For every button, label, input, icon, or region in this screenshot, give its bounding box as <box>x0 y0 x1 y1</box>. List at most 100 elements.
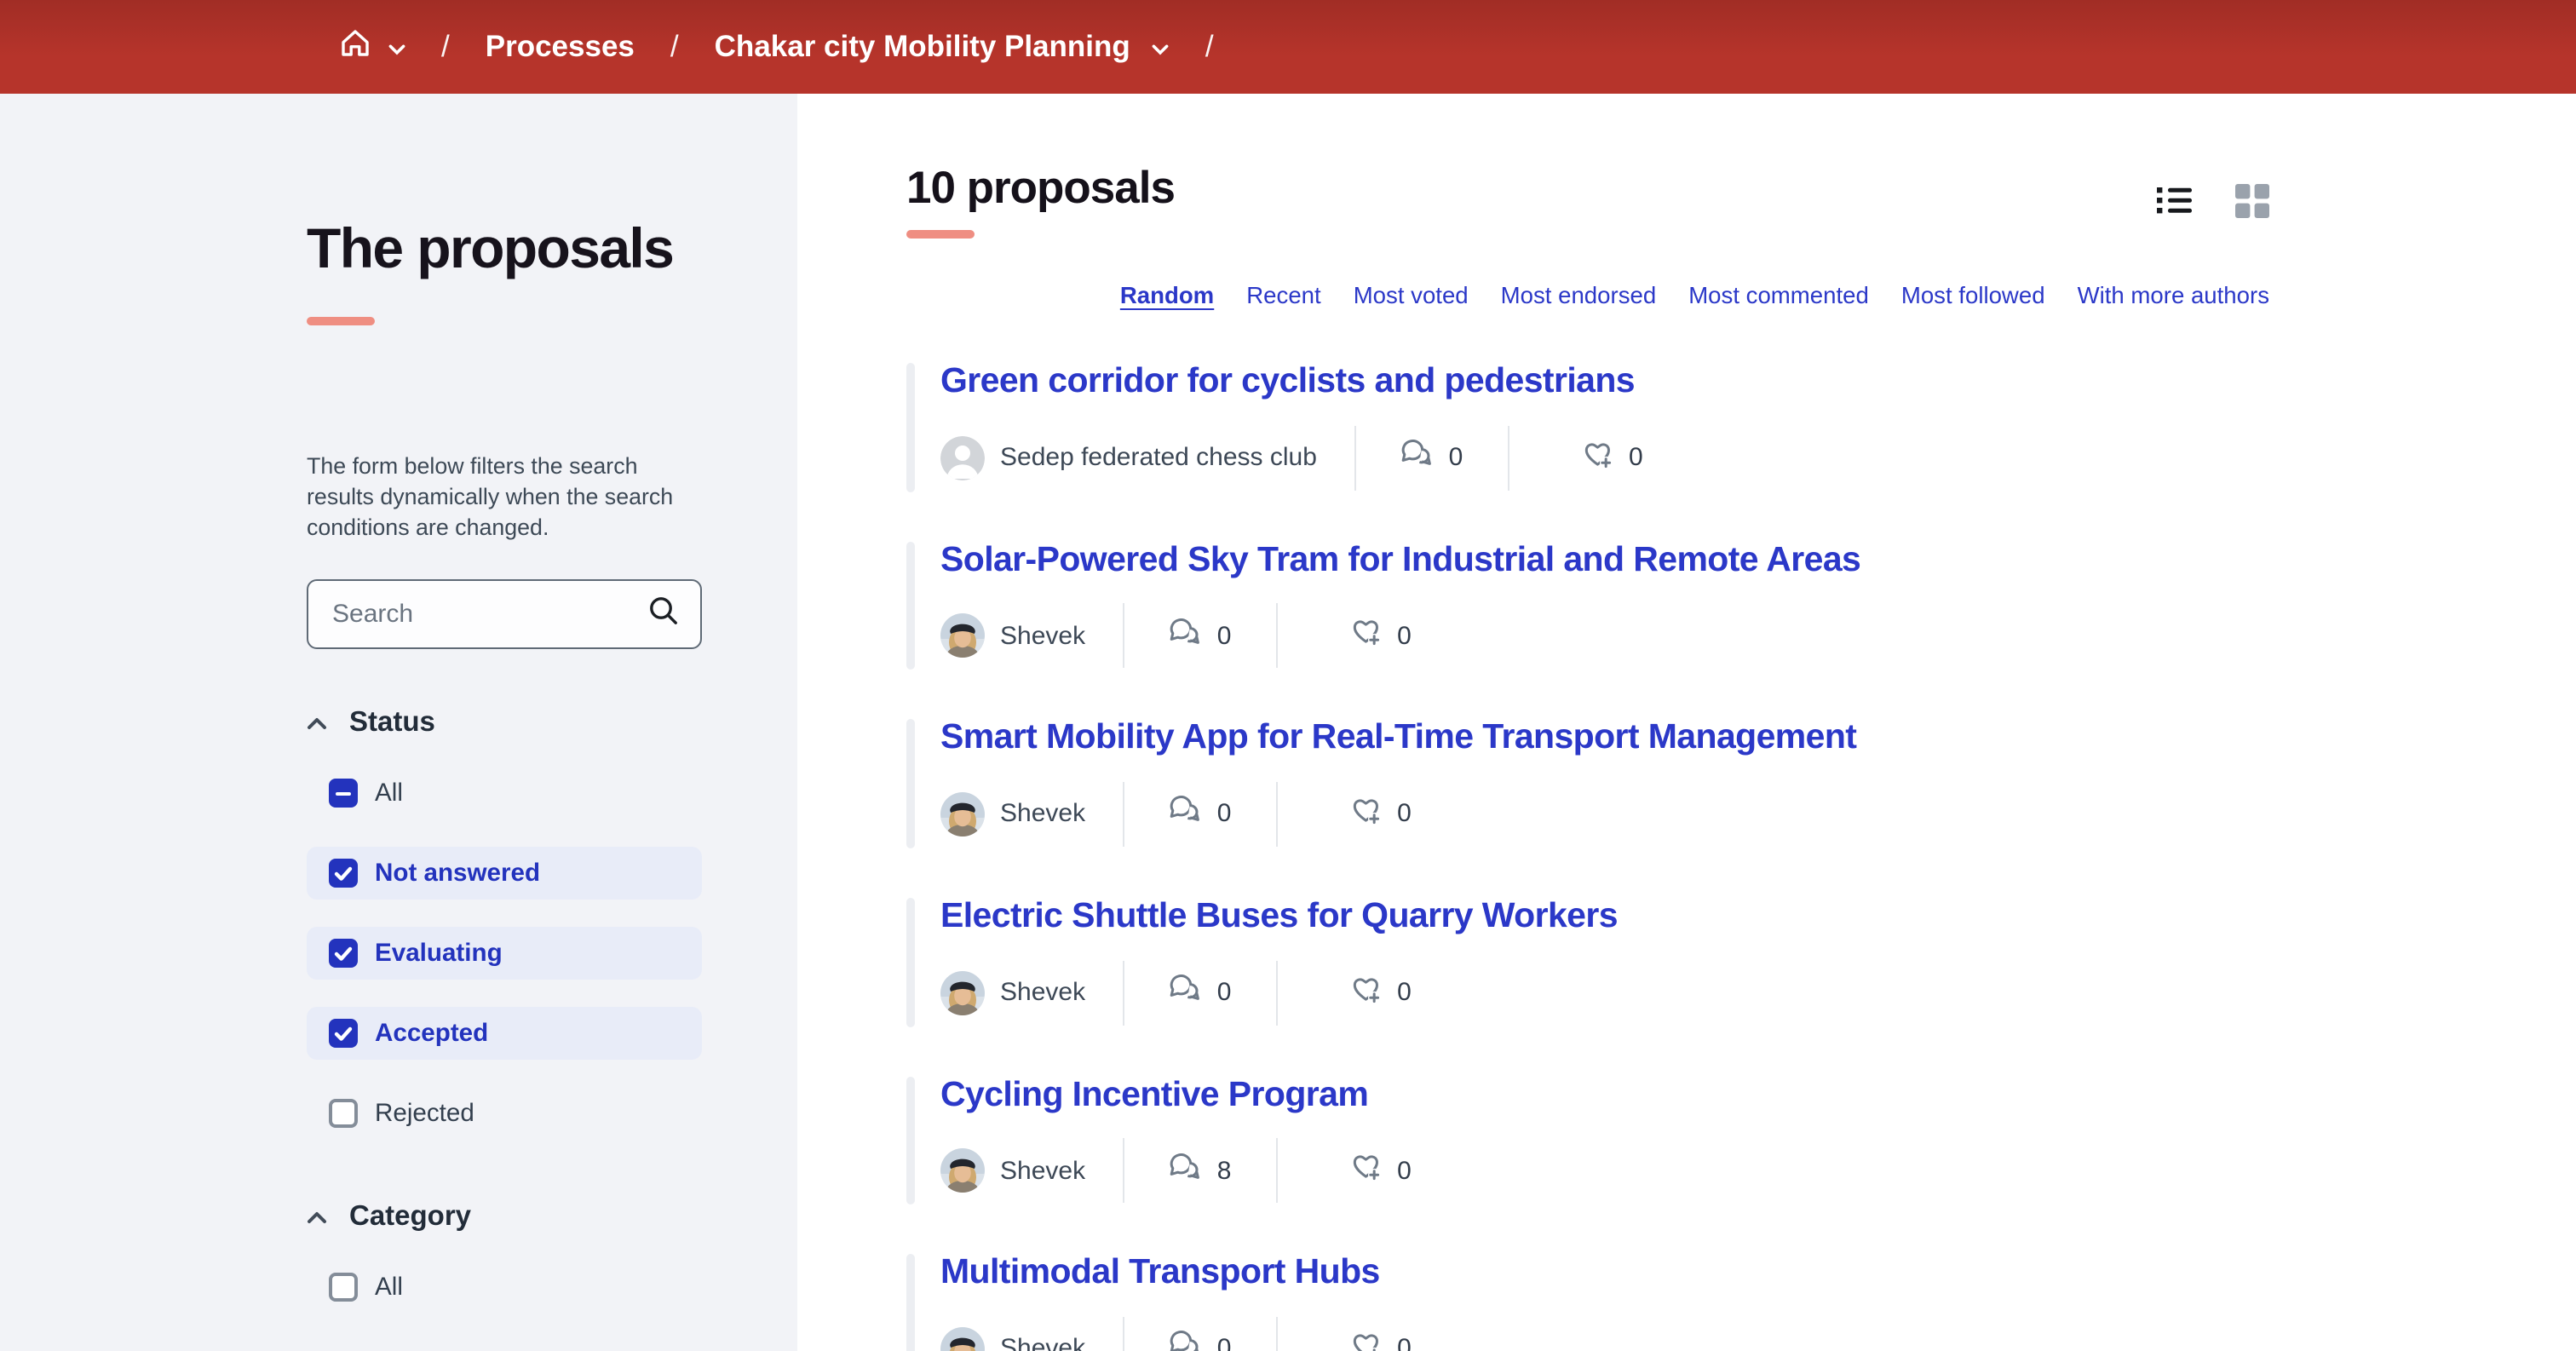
search-icon[interactable] <box>647 595 680 635</box>
comments-icon <box>1170 1330 1204 1351</box>
author-name: Shevek <box>1000 1156 1123 1185</box>
comments-stat: 0 <box>1124 973 1276 1012</box>
proposal-title-link[interactable]: Solar-Powered Sky Tram for Industrial an… <box>940 539 1860 578</box>
proposal-card: Solar-Powered Sky Tram for Industrial an… <box>906 538 2269 670</box>
proposal-meta: Shevek 0 <box>940 958 2269 1026</box>
sort-with-more-authors[interactable]: With more authors <box>2078 283 2269 308</box>
comments-stat: 0 <box>1124 1330 1276 1351</box>
author-avatar <box>940 614 985 658</box>
proposal-card: Green corridor for cyclists and pedestri… <box>906 359 2269 492</box>
comments-count: 0 <box>1217 1335 1232 1351</box>
sort-most-endorsed[interactable]: Most endorsed <box>1501 283 1657 308</box>
endorsements-stat: 0 <box>1278 616 1412 657</box>
breadcrumb-separator: / <box>1205 29 1214 65</box>
endorsements-stat: 0 <box>1278 794 1412 835</box>
endorsements-count: 0 <box>1397 622 1412 651</box>
endorsements-stat: 0 <box>1278 1150 1412 1191</box>
search-input[interactable] <box>329 599 647 631</box>
comments-stat: 8 <box>1124 1151 1276 1190</box>
heading-accent-bar <box>906 230 975 239</box>
proposal-title-link[interactable]: Green corridor for cyclists and pedestri… <box>940 361 1635 400</box>
home-chevron-down-icon[interactable] <box>388 29 405 65</box>
filter-description: The form below filters the search result… <box>307 451 705 543</box>
comments-icon <box>1401 438 1435 477</box>
comments-icon <box>1170 1151 1204 1190</box>
status-option-not-answered[interactable]: Not answered <box>307 848 702 900</box>
home-icon[interactable] <box>337 26 373 68</box>
status-section-toggle[interactable]: Status <box>307 708 712 740</box>
endorsements-count: 0 <box>1629 443 1643 472</box>
category-section-label: Category <box>349 1202 471 1234</box>
proposal-meta: Shevek 0 <box>940 602 2269 670</box>
proposal-meta: Shevek 8 <box>940 1136 2269 1204</box>
status-option-label: Not answered <box>375 860 540 888</box>
author-name: Sedep federated chess club <box>1000 443 1354 472</box>
checkbox-unchecked <box>329 1100 358 1129</box>
author-avatar <box>940 1148 985 1193</box>
checkbox-checked <box>329 940 358 969</box>
endorsement-heart-plus-icon <box>1349 616 1383 657</box>
checkbox-unchecked <box>329 1273 358 1302</box>
sort-most-commented[interactable]: Most commented <box>1688 283 1869 308</box>
endorsement-heart-plus-icon <box>1349 972 1383 1013</box>
status-option-accepted[interactable]: Accepted <box>307 1008 702 1061</box>
breadcrumb-processes-link[interactable]: Processes <box>486 29 635 65</box>
proposal-meta: Sedep federated chess club 0 <box>940 423 2269 492</box>
proposal-card: Electric Shuttle Buses for Quarry Worker… <box>906 894 2269 1026</box>
comments-count: 8 <box>1217 1156 1232 1185</box>
status-filter-section: Status All Not an <box>307 708 712 1141</box>
proposal-title-link[interactable]: Smart Mobility App for Real-Time Transpo… <box>940 718 1856 757</box>
comments-count: 0 <box>1217 978 1232 1007</box>
checkbox-checked <box>329 859 358 888</box>
author-name: Shevek <box>1000 800 1123 829</box>
proposal-meta: Shevek 0 <box>940 780 2269 848</box>
proposal-meta: Shevek 0 <box>940 1315 2269 1351</box>
breadcrumb-separator: / <box>441 29 450 65</box>
comments-icon <box>1170 973 1204 1012</box>
comments-stat: 0 <box>1356 438 1508 477</box>
comments-icon <box>1170 795 1204 834</box>
chevron-up-icon <box>307 708 327 740</box>
status-option-rejected[interactable]: Rejected <box>307 1088 702 1141</box>
process-chevron-down-icon[interactable] <box>1153 29 1170 65</box>
author-avatar <box>940 435 985 480</box>
proposal-card: Multimodal Transport Hubs Shevek <box>906 1250 2269 1351</box>
status-option-label: Rejected <box>375 1101 474 1128</box>
sort-most-voted[interactable]: Most voted <box>1354 283 1469 308</box>
title-accent-bar <box>307 317 375 325</box>
status-option-label: Evaluating <box>375 940 503 968</box>
proposal-title-link[interactable]: Electric Shuttle Buses for Quarry Worker… <box>940 896 1618 935</box>
comments-stat: 0 <box>1124 795 1276 834</box>
endorsement-heart-plus-icon <box>1581 437 1615 478</box>
author-avatar <box>940 792 985 836</box>
breadcrumb-separator: / <box>670 29 679 65</box>
sort-random[interactable]: Random <box>1120 283 1214 308</box>
status-option-label: All <box>375 780 403 808</box>
sort-recent[interactable]: Recent <box>1246 283 1320 308</box>
proposal-title-link[interactable]: Cycling Incentive Program <box>940 1074 1368 1113</box>
comments-stat: 0 <box>1124 617 1276 656</box>
page: / Processes / Chakar city Mobility Plann… <box>0 0 2576 1351</box>
search-box <box>307 580 702 650</box>
breadcrumb-process-link[interactable]: Chakar city Mobility Planning <box>715 29 1130 65</box>
sort-most-followed[interactable]: Most followed <box>1901 283 2045 308</box>
grid-view-button[interactable] <box>2235 183 2269 217</box>
proposals-main: 10 proposals <box>797 94 2576 1351</box>
author-name: Shevek <box>1000 1335 1123 1351</box>
category-section-toggle[interactable]: Category <box>307 1202 712 1234</box>
endorsements-count: 0 <box>1397 800 1412 829</box>
list-view-button[interactable] <box>2157 186 2193 215</box>
endorsement-heart-plus-icon <box>1349 1150 1383 1191</box>
sidebar-title: The proposals <box>307 220 712 279</box>
status-option-evaluating[interactable]: Evaluating <box>307 928 702 980</box>
proposal-title-link[interactable]: Multimodal Transport Hubs <box>940 1252 1380 1291</box>
category-option-community-engagement[interactable]: Community Engagement a… <box>307 1342 702 1351</box>
checkbox-indeterminate <box>329 779 358 808</box>
status-option-all[interactable]: All <box>307 767 702 820</box>
endorsement-heart-plus-icon <box>1349 1329 1383 1351</box>
endorsements-stat: 0 <box>1278 972 1412 1013</box>
author-name: Shevek <box>1000 622 1123 651</box>
category-option-all[interactable]: All <box>307 1262 702 1314</box>
category-filter-section: Category All Comm <box>307 1202 712 1351</box>
top-navigation-bar: / Processes / Chakar city Mobility Plann… <box>0 0 2576 94</box>
